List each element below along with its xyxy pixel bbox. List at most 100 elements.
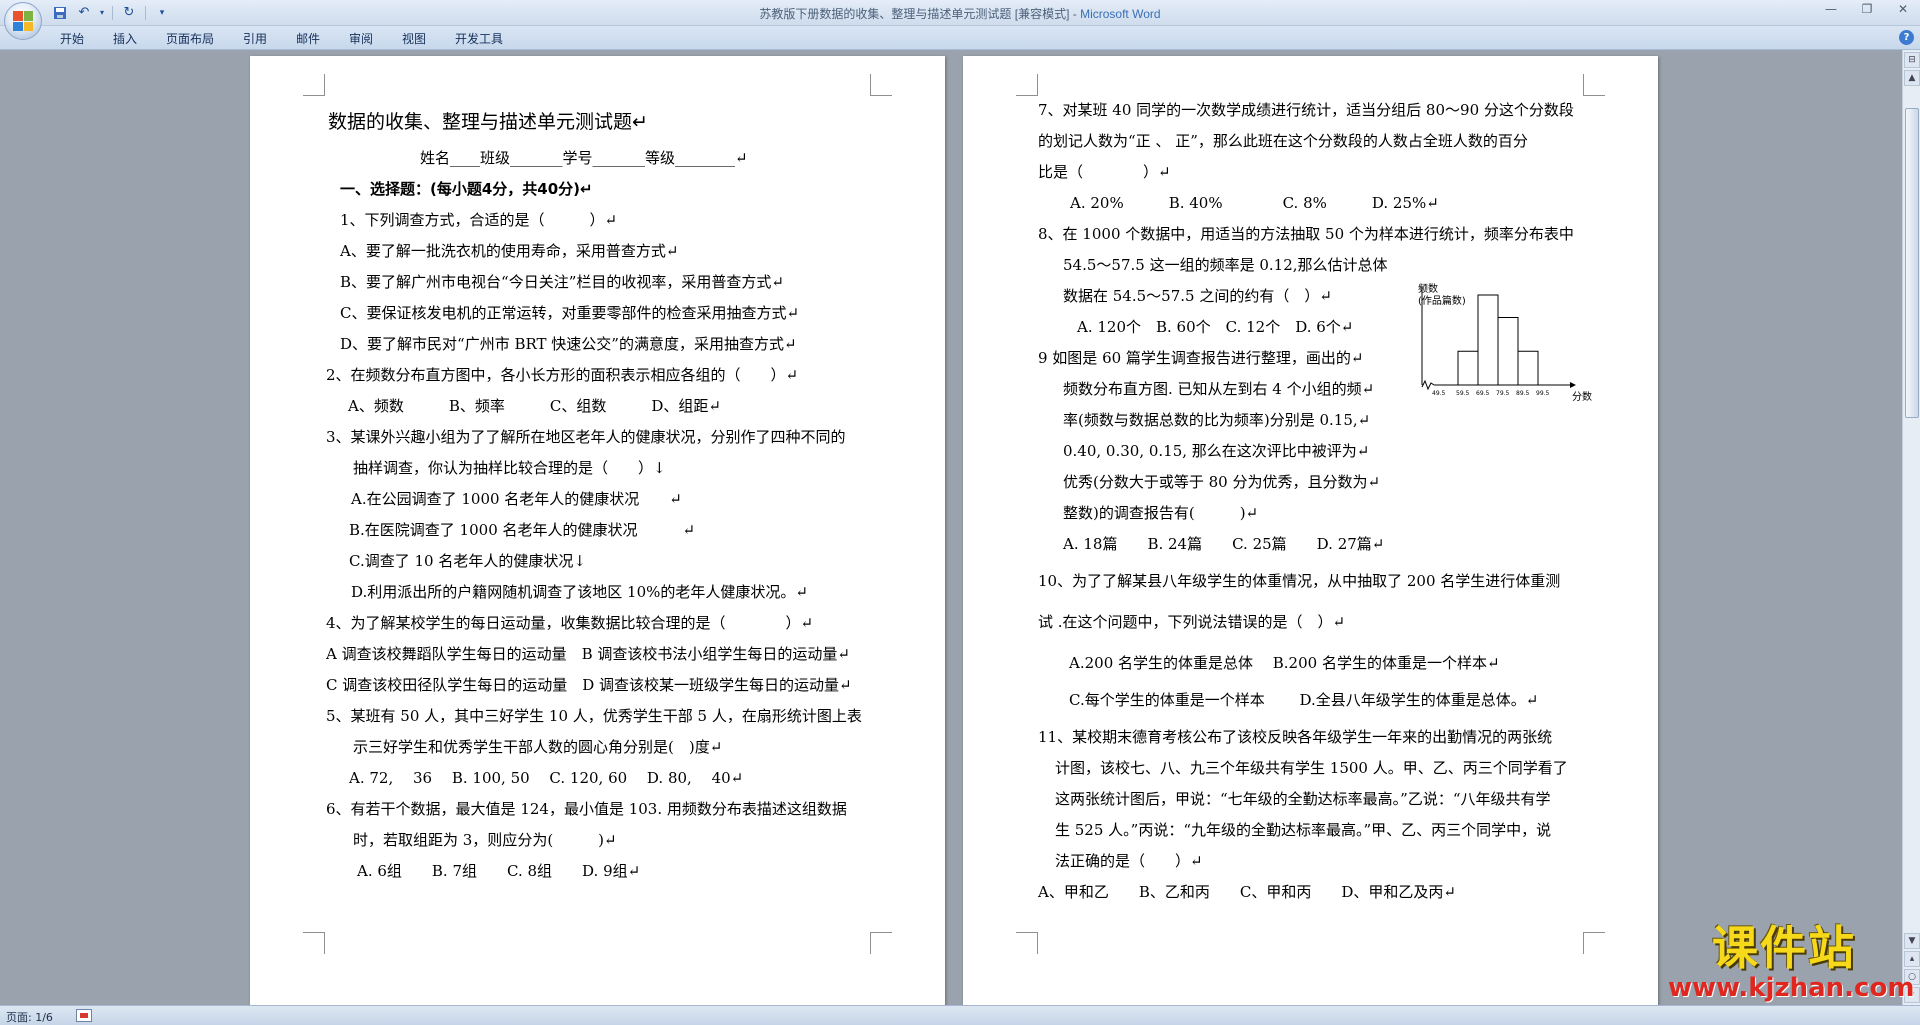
crop-mark (303, 932, 325, 954)
question-1: 1、下列调查方式，合适的是（ ）↵ (340, 211, 618, 229)
axis-break-mark (1421, 379, 1435, 391)
question-11-continued: 这两张统计图后，甲说：“七年级的全勤达标率最高。”乙说：“八年级共有学 (1055, 790, 1551, 808)
document-area: 数据的收集、整理与描述单元测试题↵ 姓名____班级_______学号_____… (0, 50, 1902, 1005)
option-line: C.每个学生的体重是一个样本 D.全县八年级学生的体重是总体。↵ (1069, 691, 1539, 709)
histogram-bar (1517, 350, 1539, 386)
option-line: D.利用派出所的户籍网随机调查了该地区 10%的老年人健康状况。↵ (351, 583, 808, 601)
save-icon[interactable] (50, 3, 70, 22)
scroll-down-button[interactable]: ▼ (1904, 933, 1920, 949)
window-controls: — ❐ ✕ (1822, 2, 1912, 16)
separator (112, 5, 113, 20)
question-3-continued: 抽样调查，你认为抽样比较合理的是（ ）↓ (353, 459, 666, 477)
question-3: 3、某课外兴趣小组为了了解所在地区老年人的健康状况，分别作了四种不同的 (326, 428, 846, 446)
histogram-tick-label: 69.5 (1476, 390, 1490, 397)
histogram-ticks: 49.5 59.5 69.5 79.5 89.5 99.5 (1432, 390, 1550, 397)
ribbon-tabs: 开始 插入 页面布局 引用 邮件 审阅 视图 开发工具 ? (0, 26, 1920, 50)
crop-mark (1583, 74, 1605, 96)
crop-mark (870, 932, 892, 954)
help-icon[interactable]: ? (1899, 30, 1914, 45)
histogram-bars (1457, 294, 1539, 386)
quick-access-toolbar: ↶ ▾ ↻ ▾ (50, 3, 172, 22)
restore-button[interactable]: ❐ (1858, 2, 1876, 16)
option-line: D、要了解市民对“广州市 BRT 快速公交”的满意度，采用抽查方式↵ (340, 335, 797, 353)
tab-insert[interactable]: 插入 (113, 30, 137, 47)
question-7-continued: 的划记人数为“正 、 正”，那么此班在这个分数段的人数占全班人数的百分 (1038, 132, 1528, 150)
question-9: 9 如图是 60 篇学生调查报告进行整理，画出的↵ (1038, 349, 1364, 367)
page-2: 7、对某班 40 同学的一次数学成绩进行统计，适当分组后 80～90 分这个分数… (963, 56, 1658, 1005)
undo-dropdown-icon[interactable]: ▾ (98, 3, 106, 22)
undo-icon[interactable]: ↶ (74, 3, 94, 22)
title-bar: 苏教版下册数据的收集、整理与描述单元测试题 [兼容模式] - Microsoft… (0, 0, 1920, 26)
status-bar: 页面: 1/6 (0, 1005, 1920, 1025)
redo-icon[interactable]: ↻ (119, 3, 139, 22)
page-1: 数据的收集、整理与描述单元测试题↵ 姓名____班级_______学号_____… (250, 56, 945, 1005)
histogram-tick-label: 59.5 (1456, 390, 1470, 397)
option-line: A.200 名学生的体重是总体 B.200 名学生的体重是一个样本↵ (1069, 654, 1500, 672)
question-11-continued: 生 525 人。”丙说：“九年级的全勤达标率最高。”甲、乙、丙三个同学中，说 (1055, 821, 1552, 839)
frequency-histogram: 频数 (作品篇数) 49.5 59.5 69.5 79.5 89.5 99.5 分数 (1418, 282, 1592, 403)
question-9-continued: 频数分布直方图. 已知从左到右 4 个小组的频↵ (1063, 380, 1375, 398)
option-line: A、甲和乙 B、乙和丙 C、甲和丙 D、甲和乙及丙↵ (1038, 883, 1456, 901)
histogram-bar (1497, 317, 1519, 386)
question-7: 7、对某班 40 同学的一次数学成绩进行统计，适当分组后 80～90 分这个分数… (1038, 101, 1574, 119)
tab-view[interactable]: 视图 (402, 30, 426, 47)
option-line: A. 120个 B. 60个 C. 12个 D. 6个↵ (1077, 318, 1354, 336)
tab-references[interactable]: 引用 (243, 30, 267, 47)
page-indicator[interactable]: 页面: 1/6 (6, 1009, 53, 1025)
close-button[interactable]: ✕ (1894, 2, 1912, 16)
question-11: 11、某校期末德育考核公布了该校反映各年级学生一年来的出勤情况的两张统 (1038, 728, 1553, 746)
question-2: 2、在频数分布直方图中，各小长方形的面积表示相应各组的（ ）↵ (326, 366, 799, 384)
document-title: 苏教版下册数据的收集、整理与描述单元测试题 [兼容模式] - (759, 7, 1081, 21)
option-line: A. 18篇 B. 24篇 C. 25篇 D. 27篇↵ (1063, 535, 1385, 553)
watermark: 课件站 www.kjzhan.com (1668, 921, 1914, 1002)
question-5: 5、某班有 50 人，其中三好学生 10 人，优秀学生干部 5 人，在扇形统计图… (326, 707, 862, 725)
question-11-continued: 计图，该校七、八、九三个年级共有学生 1500 人。甲、乙、丙三个同学看了 (1055, 759, 1568, 777)
scroll-up-button[interactable]: ▲ (1904, 70, 1920, 86)
watermark-logo-text: 课件站 (1712, 921, 1856, 975)
tab-developer[interactable]: 开发工具 (455, 30, 503, 47)
scroll-thumb[interactable] (1905, 108, 1919, 418)
option-line: A、要了解一批洗衣机的使用寿命，采用普查方式↵ (340, 242, 679, 260)
question-10: 10、为了了解某县八年级学生的体重情况，从中抽取了 200 名学生进行体重测 (1038, 572, 1561, 590)
option-line: A、频数 B、频率 C、组数 D、组距↵ (348, 397, 721, 415)
question-9-continued: 整数)的调查报告有( )↵ (1063, 504, 1259, 522)
minimize-button[interactable]: — (1822, 2, 1840, 16)
histogram-xlabel: 分数 (1572, 390, 1592, 403)
office-button[interactable] (4, 2, 42, 40)
tab-mailings[interactable]: 邮件 (296, 30, 320, 47)
crop-mark (1016, 932, 1038, 954)
question-6-continued: 时，若取组距为 3，则应分为( )↵ (353, 831, 617, 849)
question-9-continued: 优秀(分数大于或等于 80 分为优秀，且分数为↵ (1063, 473, 1381, 491)
histogram-bar (1477, 294, 1499, 386)
question-10-continued: 试 .在这个问题中，下列说法错误的是（ ）↵ (1038, 613, 1346, 631)
customize-icon[interactable]: ▾ (152, 3, 172, 22)
histogram-tick-label: 79.5 (1496, 390, 1510, 397)
histogram-ylabel-unit: (作品篇数) (1418, 294, 1466, 307)
tab-review[interactable]: 审阅 (349, 30, 373, 47)
question-11-continued: 法正确的是（ ）↵ (1055, 852, 1203, 870)
crop-mark (1016, 74, 1038, 96)
tab-home[interactable]: 开始 (60, 30, 84, 47)
option-line: A. 72, 36 B. 100, 50 C. 120, 60 D. 80, 4… (349, 769, 744, 787)
student-info-line: 姓名____班级_______学号_______等级________↵ (420, 149, 748, 167)
question-6: 6、有若干个数据，最大值是 124，最小值是 103. 用频数分布表描述这组数据 (326, 800, 847, 818)
histogram-tick-label: 99.5 (1536, 390, 1550, 397)
office-logo-icon (13, 11, 33, 31)
option-line: A. 20% B. 40% C. 8% D. 25%↵ (1070, 194, 1439, 212)
previous-page-button[interactable]: ▴ (1904, 951, 1920, 967)
question-9-continued: 0.40, 0.30, 0.15, 那么在这次评比中被评为↵ (1063, 442, 1370, 460)
option-line: B.在医院调查了 1000 名老年人的健康状况 ↵ (349, 521, 696, 539)
tab-page-layout[interactable]: 页面布局 (166, 30, 214, 47)
histogram-ylabel: 频数 (1418, 282, 1438, 295)
app-name: Microsoft Word (1080, 7, 1161, 21)
question-4: 4、为了解某校学生的每日运动量，收集数据比较合理的是（ ）↵ (326, 614, 814, 632)
x-axis-arrow (1570, 382, 1576, 388)
question-9-continued: 率(频数与数据总数的比为频率)分别是 0.15,↵ (1063, 411, 1371, 429)
crop-mark (1583, 932, 1605, 954)
proofing-status-icon[interactable] (76, 1009, 92, 1022)
option-line: A 调查该校舞蹈队学生每日的运动量 B 调查该校书法小组学生每日的运动量↵ (326, 645, 850, 663)
option-line: C 调查该校田径队学生每日的运动量 D 调查该校某一班级学生每日的运动量↵ (326, 676, 852, 694)
ruler-toggle-icon[interactable]: ⊟ (1904, 52, 1920, 68)
vertical-scrollbar[interactable]: ⊟ ▲ ▼ ▴ ○ ▾ (1902, 50, 1920, 1005)
question-7-continued: 比是（ ）↵ (1038, 163, 1171, 181)
